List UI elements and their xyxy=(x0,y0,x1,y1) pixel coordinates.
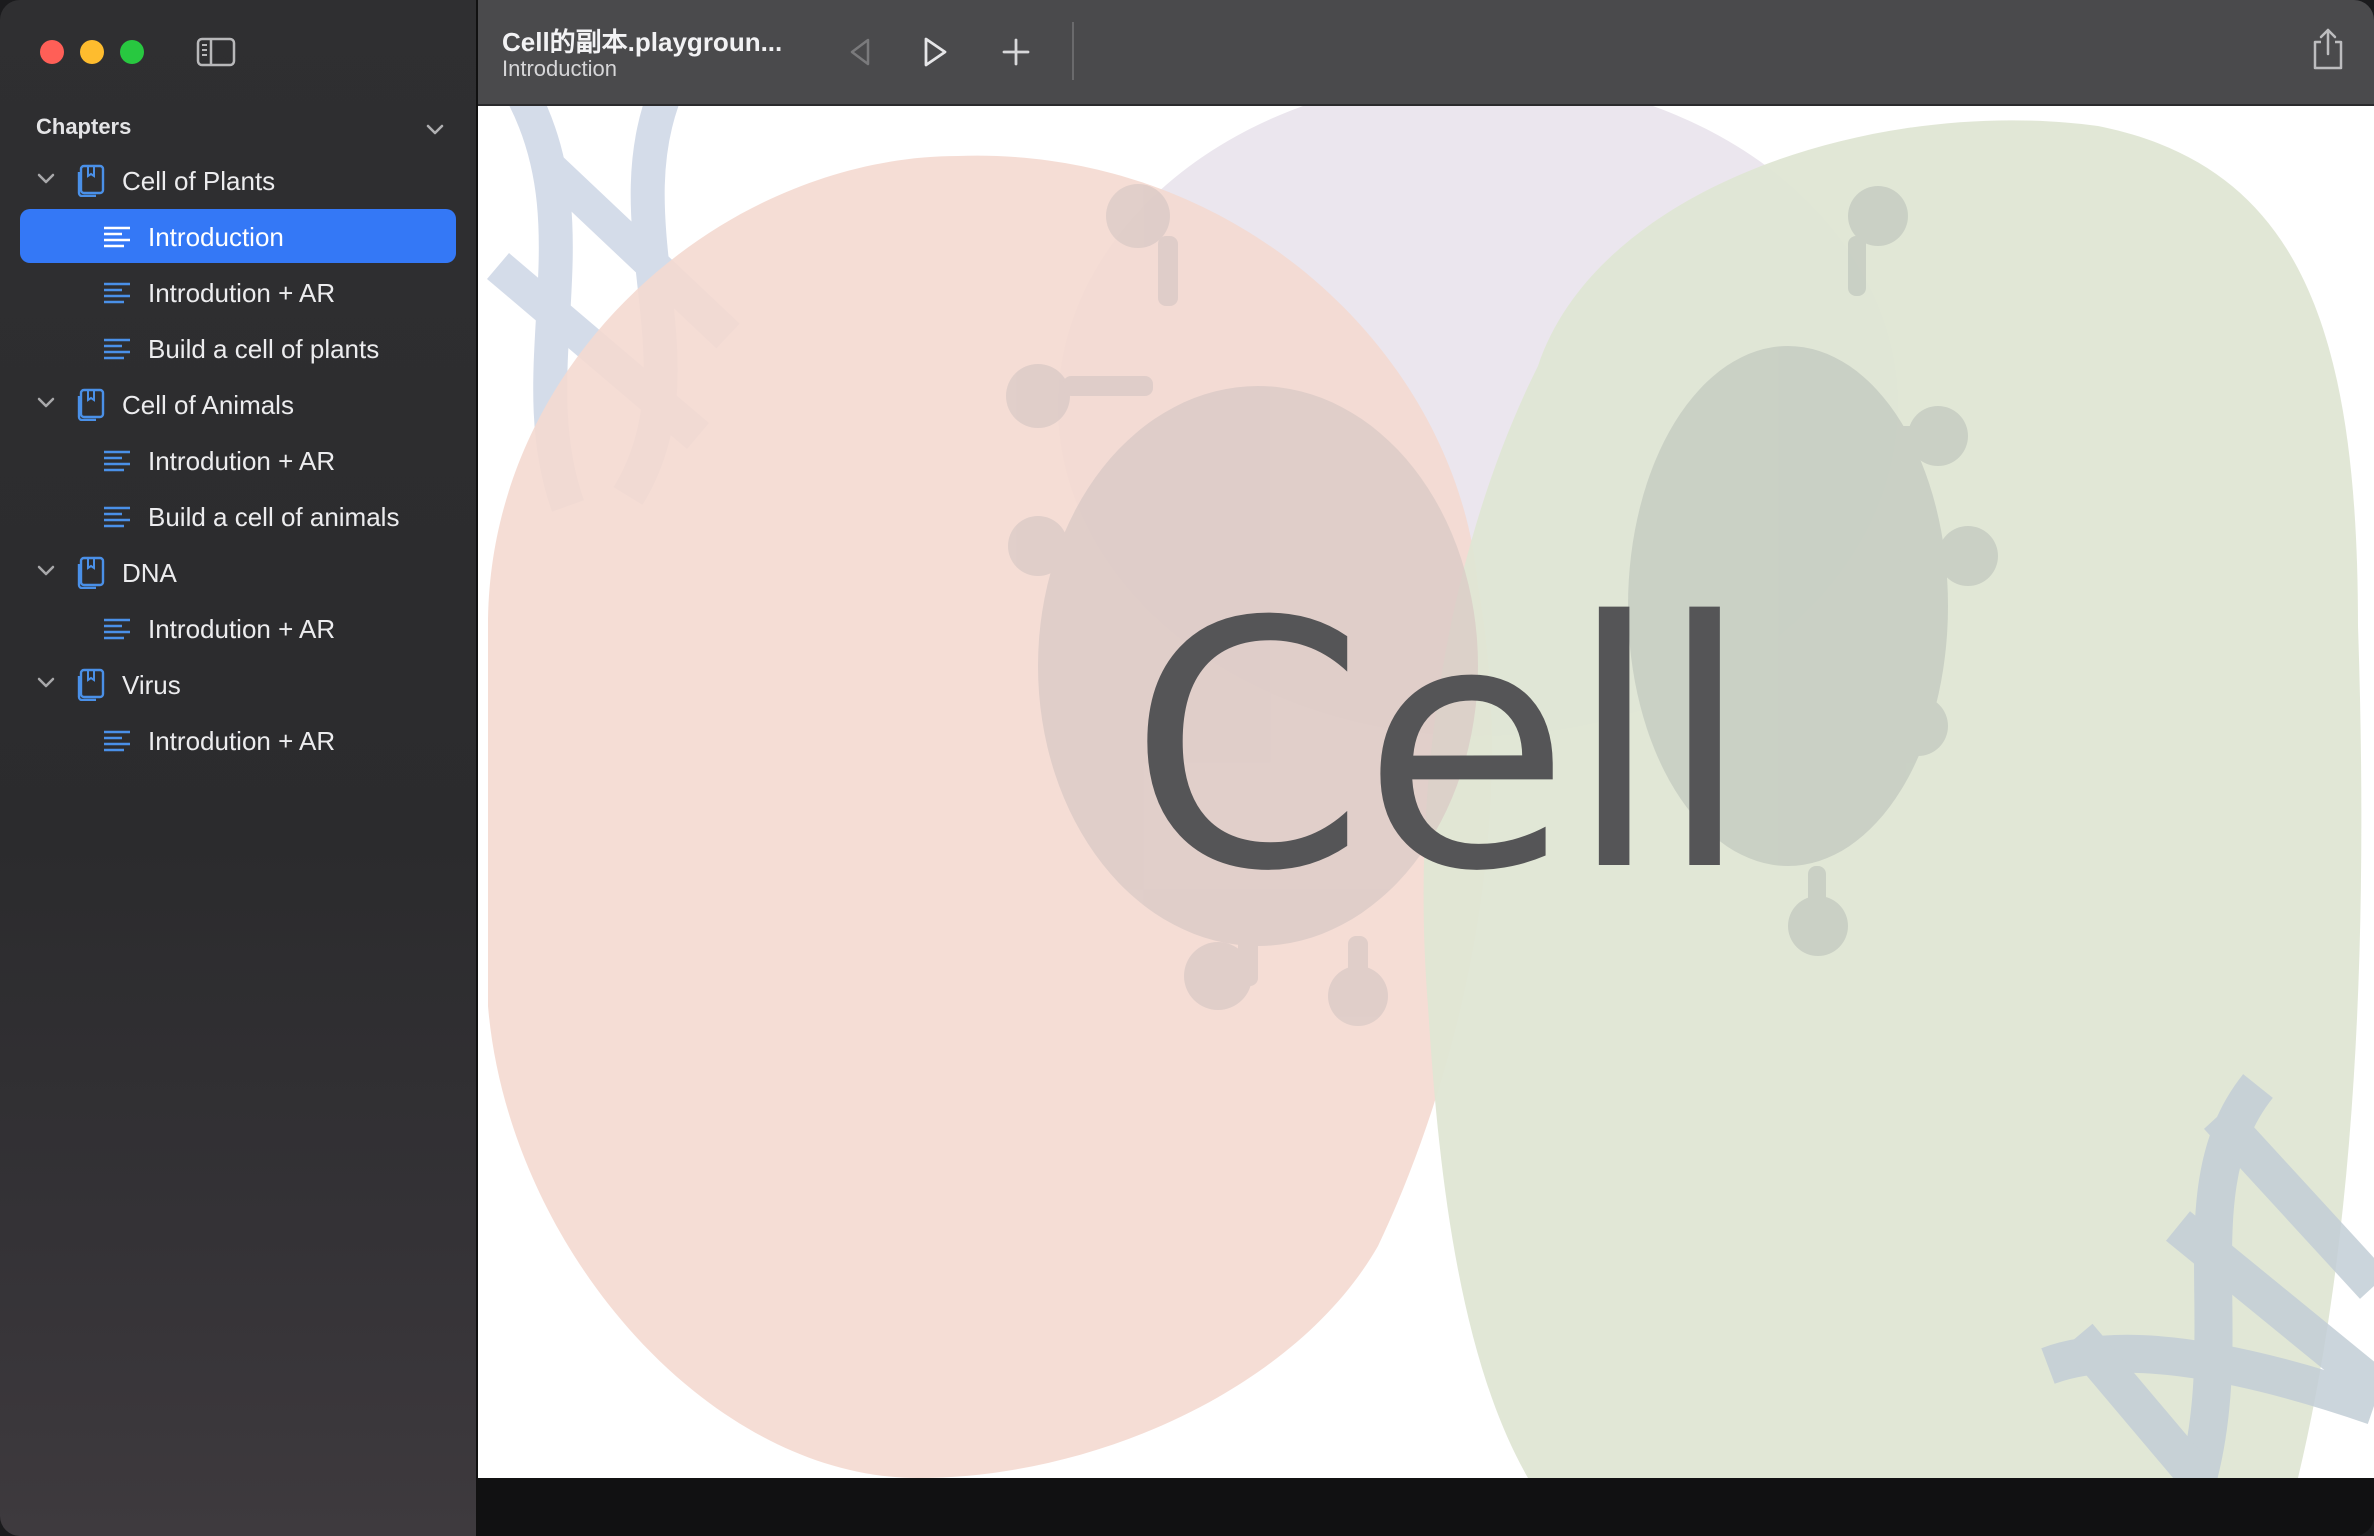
sidebar-toggle-icon[interactable] xyxy=(196,36,236,68)
playground-window: Chapters Cell of Plants Introduction Int… xyxy=(0,0,2374,1536)
page-introdution-ar[interactable]: Introdution + AR xyxy=(20,713,456,767)
page-lines-icon xyxy=(104,730,130,752)
page-label: Introdution + AR xyxy=(148,614,336,644)
page-lines-icon xyxy=(104,282,130,304)
chapter-virus[interactable]: Virus xyxy=(20,657,456,711)
close-window-button[interactable] xyxy=(40,40,64,64)
chapter-cell-of-animals[interactable]: Cell of Animals xyxy=(20,377,456,431)
page-lines-icon xyxy=(104,450,130,472)
chevron-down-icon[interactable] xyxy=(36,561,56,581)
chapter-book-icon xyxy=(77,388,105,421)
back-icon[interactable] xyxy=(840,32,880,72)
chapter-book-icon xyxy=(77,668,105,701)
chapter-label: DNA xyxy=(122,558,177,588)
page-label: Build a cell of animals xyxy=(148,502,400,532)
page-introdution-ar[interactable]: Introdution + AR xyxy=(20,433,456,487)
page-lines-icon xyxy=(104,618,130,640)
page-label: Introduction xyxy=(148,222,284,252)
chapter-dna[interactable]: DNA xyxy=(20,545,456,599)
chapter-label: Cell of Animals xyxy=(122,390,294,420)
page-introduction[interactable]: Introduction xyxy=(20,209,456,263)
page-lines-icon xyxy=(104,506,130,528)
page-label: Introdution + AR xyxy=(148,726,336,756)
page-introdution-ar[interactable]: Introdution + AR xyxy=(20,265,456,319)
chevron-down-icon[interactable] xyxy=(36,393,56,413)
chapter-label: Virus xyxy=(122,670,181,700)
chevron-down-icon[interactable] xyxy=(36,673,56,693)
page-label: Introdution + AR xyxy=(148,446,336,476)
zoom-window-button[interactable] xyxy=(120,40,144,64)
chevron-down-icon[interactable] xyxy=(424,118,446,140)
console-bar xyxy=(478,1478,2374,1536)
chapter-cell-of-plants[interactable]: Cell of Plants xyxy=(20,153,456,207)
chapters-title: Chapters xyxy=(36,114,132,139)
plus-icon[interactable] xyxy=(996,32,1036,72)
chapter-book-icon xyxy=(77,164,105,197)
minimize-window-button[interactable] xyxy=(80,40,104,64)
sidebar: Chapters Cell of Plants Introduction Int… xyxy=(0,0,478,1536)
chevron-down-icon[interactable] xyxy=(36,169,56,189)
document-title: Cell的副本.playgroun... xyxy=(502,27,783,57)
live-view-canvas[interactable]: Cell xyxy=(478,106,2374,1478)
document-subtitle: Introduction xyxy=(502,56,617,81)
page-introdution-ar[interactable]: Introdution + AR xyxy=(20,601,456,655)
page-lines-icon xyxy=(104,338,130,360)
page-label: Introdution + AR xyxy=(148,278,336,308)
page-build-a-cell-of-plants[interactable]: Build a cell of plants xyxy=(20,321,456,375)
chapters-header[interactable]: Chapters xyxy=(36,112,446,148)
page-lines-icon xyxy=(104,226,130,248)
chapter-book-icon xyxy=(77,556,105,589)
headline-text: Cell xyxy=(1128,550,1752,946)
toolbar: Cell的副本.playgroun... Introduction xyxy=(478,0,2374,106)
toolbar-separator xyxy=(1072,22,1074,80)
page-build-a-cell-of-animals[interactable]: Build a cell of animals xyxy=(20,489,456,543)
page-label: Build a cell of plants xyxy=(148,334,380,364)
play-icon[interactable] xyxy=(914,32,954,72)
share-icon[interactable] xyxy=(2308,26,2348,72)
chapter-label: Cell of Plants xyxy=(122,166,276,196)
